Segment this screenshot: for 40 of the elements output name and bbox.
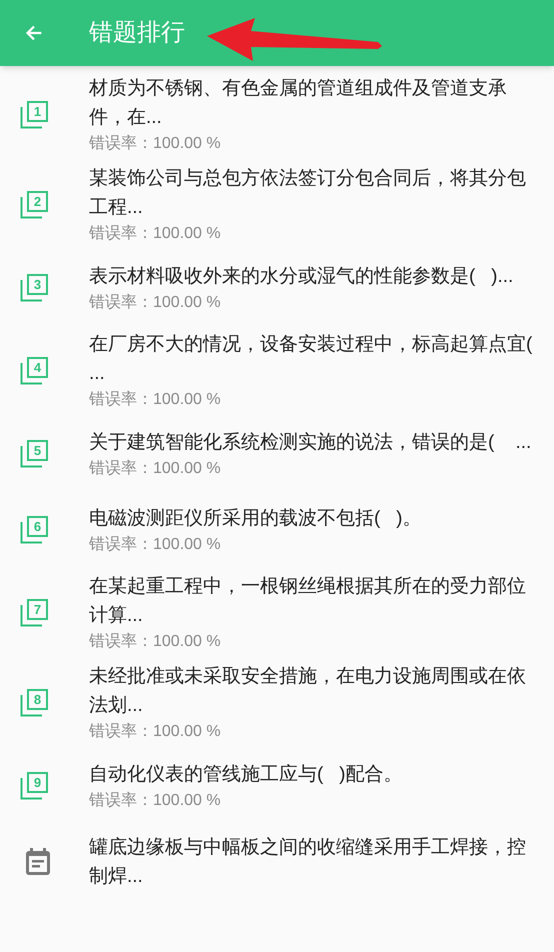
rank-number: 4 — [27, 357, 48, 378]
rank-number: 7 — [27, 599, 48, 620]
error-rate: 错误率：100.00 % — [89, 722, 222, 742]
error-rate: 错误率：100.00 % — [89, 134, 222, 154]
error-rate: 错误率：100.00 % — [89, 790, 222, 810]
rank-number: 8 — [27, 689, 48, 710]
error-rate: 错误率：100.00 % — [89, 224, 222, 244]
question-title: 关于建筑智能化系统检测实施的说法，错误的是( ... — [89, 430, 532, 454]
document-icon — [24, 847, 52, 877]
rank-number: 1 — [27, 101, 48, 122]
question-item[interactable]: 3 表示材料吸收外来的水分或湿气的性能参数是( )... 错误率：100.00 % — [0, 250, 554, 326]
question-item[interactable]: 1 材质为不锈钢、有色金属的管道组成件及管道支承件，在... 错误率：100.00 % — [0, 70, 554, 160]
rank-number: 3 — [27, 274, 48, 295]
question-title: 材质为不锈钢、有色金属的管道组成件及管道支承件，在... — [89, 77, 508, 130]
question-title: 罐底边缘板与中幅板之间的收缩缝采用手工焊接，控制焊... — [89, 836, 527, 889]
error-rate: 错误率：100.00 % — [89, 390, 222, 410]
error-rate: 错误率：100.00 % — [89, 632, 222, 652]
question-item[interactable]: 9 自动化仪表的管线施工应与( )配合。 错误率：100.00 % — [0, 748, 554, 824]
rank-number: 9 — [27, 772, 48, 793]
question-title: 未经批准或未采取安全措施，在电力设施周围或在依法划... — [89, 665, 527, 718]
question-title: 在厂房不大的情况，设备安装过程中，标高起算点宜( ... — [89, 333, 534, 386]
question-item[interactable]: 8 未经批准或未采取安全措施，在电力设施周围或在依法划... 错误率：100.00 % — [0, 658, 554, 748]
question-item[interactable]: 罐底边缘板与中幅板之间的收缩缝采用手工焊接，控制焊... — [0, 824, 554, 900]
question-title: 自动化仪表的管线施工应与( )配合。 — [89, 762, 404, 786]
error-rate: 错误率：100.00 % — [89, 534, 222, 554]
question-title: 电磁波测距仪所采用的载波不包括( )。 — [89, 506, 422, 530]
question-item[interactable]: 6 电磁波测距仪所采用的载波不包括( )。 错误率：100.00 % — [0, 492, 554, 568]
rank-number: 6 — [27, 516, 48, 537]
question-item[interactable]: 4 在厂房不大的情况，设备安装过程中，标高起算点宜( ... 错误率：100.00 % — [0, 326, 554, 416]
question-title: 表示材料吸收外来的水分或湿气的性能参数是( )... — [89, 264, 514, 288]
error-rate: 错误率：100.00 % — [89, 292, 222, 312]
question-title: 某装饰公司与总包方依法签订分包合同后，将其分包工程... — [89, 167, 527, 220]
question-item[interactable]: 7 在某起重工程中，一根钢丝绳根据其所在的受力部位计算... 错误率：100.00 % — [0, 568, 554, 658]
rank-number: 2 — [27, 191, 48, 212]
question-item[interactable]: 2 某装饰公司与总包方依法签订分包合同后，将其分包工程... 错误率：100.00 % — [0, 160, 554, 250]
question-title: 在某起重工程中，一根钢丝绳根据其所在的受力部位计算... — [89, 575, 527, 628]
rank-number: 5 — [27, 440, 48, 461]
page-title: 错题排行 — [89, 18, 185, 48]
question-item[interactable]: 5 关于建筑智能化系统检测实施的说法，错误的是( ... 错误率：100.00 % — [0, 416, 554, 492]
error-rate: 错误率：100.00 % — [89, 458, 222, 478]
